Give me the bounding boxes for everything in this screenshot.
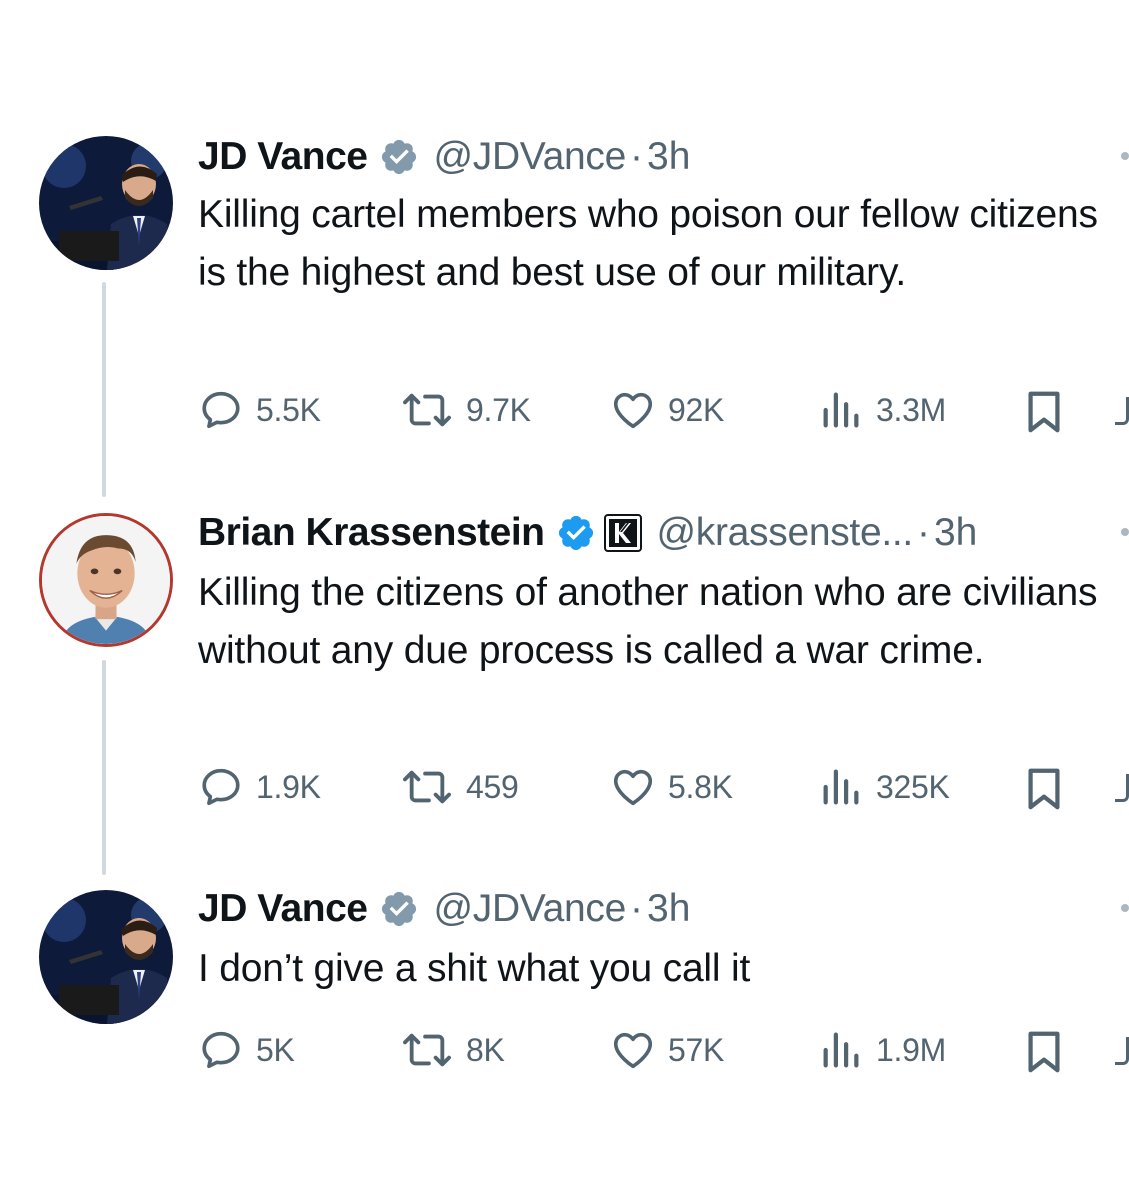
reply-count: 1.9K bbox=[256, 768, 321, 805]
tweet-text: Killing the citizens of another nation w… bbox=[198, 571, 1098, 672]
tweet-text: Killing cartel members who poison our fe… bbox=[198, 193, 1098, 294]
tweet-header: Brian Krassenstein @krassenste... · 3h bbox=[198, 508, 977, 558]
thread-line bbox=[102, 660, 106, 875]
avatar-image bbox=[39, 136, 173, 270]
reply-button[interactable]: 1.9K bbox=[198, 762, 321, 812]
like-icon bbox=[613, 392, 653, 429]
tweet-header: JD Vance @JDVance · 3h bbox=[198, 884, 690, 934]
retweet-button[interactable]: 8K bbox=[400, 1025, 505, 1075]
retweet-button[interactable]: 9.7K bbox=[400, 385, 531, 435]
bookmark-icon bbox=[1028, 1031, 1060, 1073]
bookmark-icon bbox=[1028, 768, 1060, 810]
views-button[interactable]: 325K bbox=[818, 762, 950, 812]
bookmark-icon bbox=[1028, 391, 1060, 433]
separator-dot: · bbox=[630, 135, 643, 178]
timestamp[interactable]: 3h bbox=[934, 511, 977, 555]
like-icon bbox=[613, 1032, 653, 1069]
avatar[interactable] bbox=[39, 513, 173, 647]
views-count: 325K bbox=[876, 768, 950, 805]
reply-icon bbox=[202, 768, 240, 806]
avatar-image bbox=[42, 516, 170, 644]
more-options-icon[interactable] bbox=[1121, 152, 1129, 160]
views-button[interactable]: 1.9M bbox=[818, 1025, 946, 1075]
retweet-count: 459 bbox=[466, 768, 519, 805]
views-count: 1.9M bbox=[876, 1031, 946, 1068]
tweet-header: JD Vance @JDVance · 3h bbox=[198, 132, 690, 182]
retweet-button[interactable]: 459 bbox=[400, 762, 519, 812]
avatar[interactable] bbox=[39, 136, 173, 270]
display-name[interactable]: JD Vance bbox=[198, 135, 368, 179]
handle[interactable]: @krassenste... bbox=[656, 511, 913, 555]
reply-button[interactable]: 5K bbox=[198, 1025, 295, 1075]
tweet-actions: 5K 8K 57K 1.9M bbox=[198, 1025, 1129, 1075]
display-name[interactable]: JD Vance bbox=[198, 887, 368, 931]
reply-icon bbox=[202, 1031, 240, 1069]
share-icon[interactable] bbox=[1115, 1037, 1129, 1065]
tweet-thread: JD Vance @JDVance · 3h Killing cartel me… bbox=[0, 0, 1129, 1200]
like-button[interactable]: 57K bbox=[610, 1025, 724, 1075]
separator-dot: · bbox=[916, 511, 930, 554]
views-button[interactable]: 3.3M bbox=[818, 385, 946, 435]
views-count: 3.3M bbox=[876, 391, 946, 428]
reply-icon bbox=[202, 391, 240, 429]
tweet-actions: 1.9K 459 5.8K 325K bbox=[198, 762, 1129, 812]
retweet-count: 9.7K bbox=[466, 391, 531, 428]
retweet-icon bbox=[403, 1033, 451, 1067]
avatar[interactable] bbox=[39, 890, 173, 1024]
like-count: 5.8K bbox=[668, 768, 733, 805]
retweet-icon bbox=[403, 393, 451, 427]
display-name[interactable]: Brian Krassenstein bbox=[198, 511, 545, 555]
share-icon[interactable] bbox=[1115, 397, 1129, 425]
thread-line bbox=[102, 282, 106, 497]
tweet-text: I don’t give a shit what you call it bbox=[198, 947, 751, 990]
retweet-icon bbox=[403, 770, 451, 804]
gov-verified-icon bbox=[379, 137, 419, 177]
timestamp[interactable]: 3h bbox=[647, 887, 690, 931]
like-button[interactable]: 92K bbox=[610, 385, 724, 435]
bookmark-button[interactable] bbox=[1023, 389, 1065, 440]
like-button[interactable]: 5.8K bbox=[610, 762, 733, 812]
handle[interactable]: @JDVance bbox=[433, 135, 626, 179]
timestamp[interactable]: 3h bbox=[647, 135, 690, 179]
blue-verified-icon bbox=[556, 513, 596, 553]
handle[interactable]: @JDVance bbox=[433, 887, 626, 931]
affiliate-badge-icon[interactable] bbox=[604, 514, 643, 552]
retweet-count: 8K bbox=[466, 1031, 505, 1068]
views-icon bbox=[823, 392, 859, 428]
separator-dot: · bbox=[630, 887, 643, 930]
reply-button[interactable]: 5.5K bbox=[198, 385, 321, 435]
like-count: 92K bbox=[668, 391, 725, 428]
reply-count: 5K bbox=[256, 1031, 295, 1068]
share-icon[interactable] bbox=[1115, 774, 1129, 802]
reply-count: 5.5K bbox=[256, 391, 321, 428]
views-icon bbox=[823, 769, 859, 805]
like-icon bbox=[613, 769, 653, 806]
bookmark-button[interactable] bbox=[1023, 766, 1065, 817]
like-count: 57K bbox=[668, 1031, 725, 1068]
bookmark-button[interactable] bbox=[1023, 1029, 1065, 1080]
more-options-icon[interactable] bbox=[1121, 904, 1129, 912]
views-icon bbox=[823, 1032, 859, 1068]
avatar-image bbox=[39, 890, 173, 1024]
tweet-actions: 5.5K 9.7K 92K 3.3M bbox=[198, 385, 1129, 435]
more-options-icon[interactable] bbox=[1121, 528, 1129, 536]
gov-verified-icon bbox=[379, 889, 419, 929]
